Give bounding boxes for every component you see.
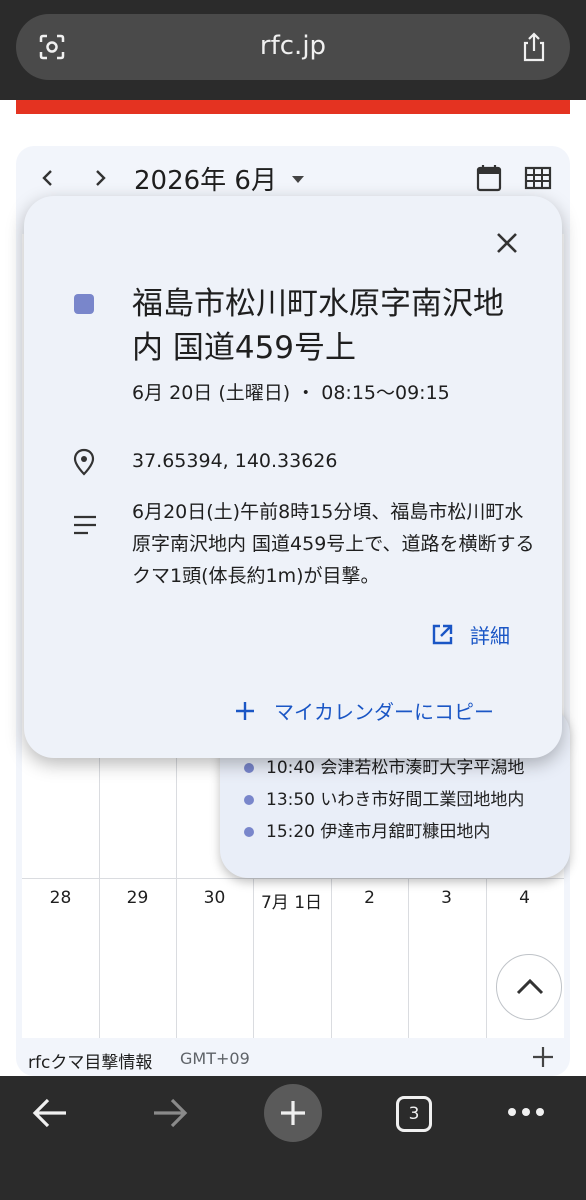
- day-number[interactable]: 3: [408, 888, 485, 908]
- event-title: 伊達市月舘町糠田地内: [320, 822, 491, 842]
- forward-arrow-icon[interactable]: [150, 1096, 190, 1130]
- event-color-dot: [244, 763, 254, 773]
- plus-icon: [236, 702, 254, 720]
- event-detail-popup: 福島市松川町水原字南沢地内 国道459号上 6月 20日 (土曜日) ・ 08:…: [24, 196, 562, 758]
- chevron-up-icon: [516, 978, 544, 995]
- event-time: 15:20: [266, 822, 315, 842]
- calendar-grid-icon[interactable]: [524, 166, 552, 190]
- event-color-swatch: [74, 294, 94, 314]
- event-title: 福島市松川町水原字南沢地内 国道459号上: [132, 286, 504, 366]
- address-bar[interactable]: rfc.jp: [16, 14, 570, 80]
- browser-top-bar: rfc.jp: [0, 0, 586, 100]
- calendar-name: rfcクマ目撃情報: [28, 1053, 153, 1073]
- event-color-dot: [244, 795, 254, 805]
- plus-icon: [281, 1101, 305, 1125]
- month-title[interactable]: 2026年 6月: [134, 160, 277, 197]
- chevron-down-icon[interactable]: [292, 176, 304, 183]
- grid-divider: [22, 878, 564, 879]
- site-header-accent-bar: [16, 100, 570, 114]
- url-text[interactable]: rfc.jp: [16, 31, 570, 61]
- description-icon: [74, 515, 96, 535]
- more-icon[interactable]: [506, 1106, 546, 1118]
- list-item[interactable]: 15:20 伊達市月舘町糠田地内: [244, 817, 491, 842]
- close-icon[interactable]: [494, 230, 520, 256]
- new-tab-button[interactable]: [264, 1084, 322, 1142]
- back-arrow-icon[interactable]: [30, 1096, 70, 1130]
- scroll-to-top-button[interactable]: [496, 954, 562, 1020]
- event-title: 会津若松市湊町大字平潟地: [320, 758, 525, 778]
- list-item[interactable]: 13:50 いわき市好間工業団地地内: [244, 785, 525, 810]
- day-number[interactable]: 29: [99, 888, 176, 908]
- event-location: 37.65394, 140.33626: [132, 450, 338, 472]
- tab-switcher-button[interactable]: 3: [396, 1096, 432, 1132]
- event-datetime: 6月 20日 (土曜日) ・ 08:15〜09:15: [132, 382, 450, 404]
- event-color-dot: [244, 827, 254, 837]
- event-time: 10:40: [266, 758, 315, 778]
- browser-bottom-bar: 3: [0, 1076, 586, 1200]
- chevron-left-icon[interactable]: [36, 166, 60, 190]
- day-number[interactable]: 2: [331, 888, 408, 908]
- open-external-icon: [432, 624, 453, 645]
- day-number[interactable]: 7月 1日: [253, 888, 330, 913]
- timezone-label: GMT+09: [180, 1049, 250, 1068]
- details-label: 詳細: [470, 624, 510, 648]
- calendar-footer: rfcクマ目撃情報 GMT+09: [0, 1040, 586, 1076]
- calendar-day-icon[interactable]: [476, 164, 502, 192]
- event-description: 6月20日(土)午前8時15分頃、福島市松川町水原字南沢地内 国道459号上で、…: [132, 501, 535, 587]
- day-number[interactable]: 4: [486, 888, 563, 908]
- chevron-right-icon[interactable]: [88, 166, 112, 190]
- day-number[interactable]: 30: [176, 888, 253, 908]
- location-pin-icon: [73, 448, 95, 476]
- add-calendar-icon[interactable]: [532, 1046, 554, 1068]
- copy-label: マイカレンダーにコピー: [274, 700, 494, 724]
- event-time: 13:50: [266, 790, 315, 810]
- day-number[interactable]: 28: [22, 888, 99, 908]
- share-icon[interactable]: [520, 31, 548, 63]
- event-title: いわき市好間工業団地地内: [320, 790, 525, 810]
